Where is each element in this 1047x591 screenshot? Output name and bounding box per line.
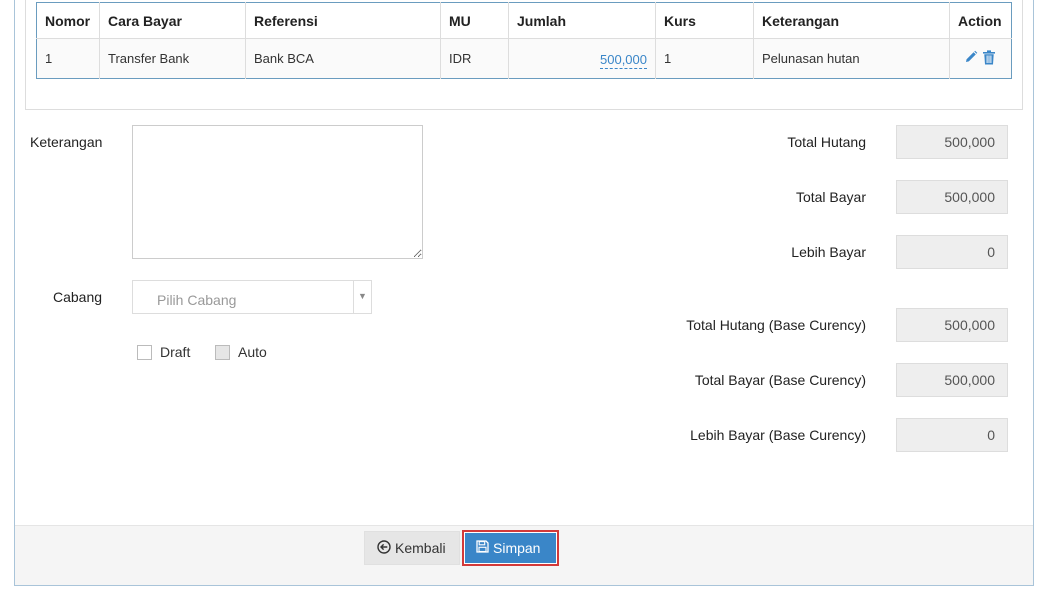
- auto-checkbox-box[interactable]: [215, 344, 230, 360]
- simpan-button[interactable]: Simpan: [462, 530, 559, 566]
- table-header-row: Nomor Cara Bayar Referensi MU Jumlah Kur…: [36, 2, 1012, 39]
- cell-kurs: 1: [655, 38, 754, 79]
- total-hutang-base-label: Total Hutang (Base Curency): [686, 317, 866, 333]
- cell-mu: IDR: [440, 38, 509, 79]
- total-bayar-base-value: 500,000: [896, 363, 1008, 397]
- payment-table: Nomor Cara Bayar Referensi MU Jumlah Kur…: [36, 2, 1012, 79]
- table-row: 1 Transfer Bank Bank BCA IDR 500,000 1 P…: [36, 38, 1012, 79]
- lebih-bayar-base-value: 0: [896, 418, 1008, 452]
- draft-label: Draft: [160, 344, 191, 360]
- lebih-bayar-base-label: Lebih Bayar (Base Curency): [690, 427, 866, 443]
- jumlah-editable-link[interactable]: 500,000: [600, 48, 647, 69]
- col-header-mu: MU: [440, 2, 509, 39]
- cell-action: [949, 38, 1012, 79]
- keterangan-label: Keterangan: [30, 134, 103, 150]
- total-bayar-label: Total Bayar: [795, 189, 866, 205]
- cabang-placeholder: Pilih Cabang: [157, 292, 237, 308]
- row-actions: [964, 50, 996, 65]
- auto-checkbox[interactable]: Auto: [215, 344, 267, 360]
- cabang-label: Cabang: [53, 289, 103, 305]
- total-bayar-base-label: Total Bayar (Base Curency): [694, 372, 866, 388]
- pencil-icon[interactable]: [964, 50, 978, 64]
- total-hutang-label: Total Hutang: [787, 134, 866, 150]
- cell-nomor: 1: [36, 38, 100, 79]
- cell-referensi: Bank BCA: [245, 38, 441, 79]
- trash-icon[interactable]: [982, 50, 996, 65]
- col-header-nomor: Nomor: [36, 2, 100, 39]
- kembali-button[interactable]: Kembali: [364, 531, 460, 565]
- total-hutang-value: 500,000: [896, 125, 1008, 159]
- col-header-action: Action: [949, 2, 1012, 39]
- col-header-kurs: Kurs: [655, 2, 754, 39]
- auto-label: Auto: [238, 344, 267, 360]
- kembali-label: Kembali: [395, 540, 446, 556]
- draft-checkbox-box[interactable]: [137, 344, 152, 360]
- draft-checkbox[interactable]: Draft: [137, 344, 190, 360]
- col-header-keterangan: Keterangan: [753, 2, 950, 39]
- total-bayar-value: 500,000: [896, 180, 1008, 214]
- col-header-referensi: Referensi: [245, 2, 441, 39]
- floppy-disk-icon: [476, 540, 489, 556]
- chevron-down-icon[interactable]: ▼: [353, 281, 371, 313]
- col-header-jumlah: Jumlah: [508, 2, 656, 39]
- cell-jumlah: 500,000: [508, 38, 656, 79]
- col-header-cara-bayar: Cara Bayar: [99, 2, 246, 39]
- lebih-bayar-value: 0: [896, 235, 1008, 269]
- total-hutang-base-value: 500,000: [896, 308, 1008, 342]
- cell-keterangan: Pelunasan hutan: [753, 38, 950, 79]
- cell-cara-bayar: Transfer Bank: [99, 38, 246, 79]
- cabang-select[interactable]: Pilih Cabang ▼: [132, 280, 372, 314]
- simpan-label: Simpan: [493, 540, 541, 556]
- arrow-circle-left-icon: [377, 539, 391, 557]
- keterangan-textarea[interactable]: [132, 125, 423, 259]
- lebih-bayar-label: Lebih Bayar: [791, 244, 866, 260]
